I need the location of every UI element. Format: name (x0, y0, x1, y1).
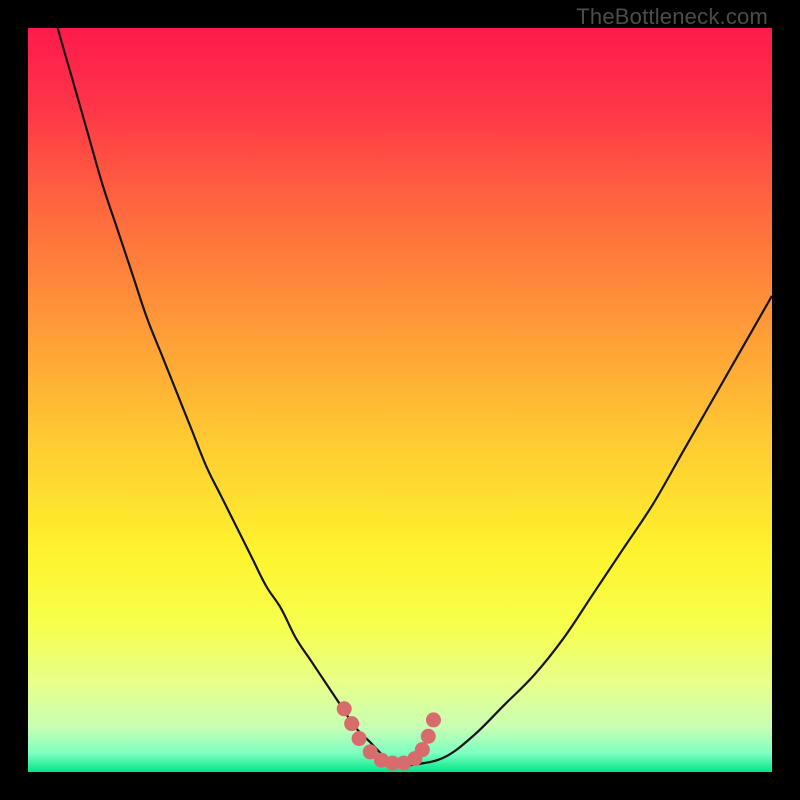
marker-dot (421, 729, 436, 744)
chart-frame (28, 28, 772, 772)
marker-dot (426, 712, 441, 727)
bottleneck-chart (28, 28, 772, 772)
marker-dot (415, 742, 430, 757)
marker-dot (337, 701, 352, 716)
gradient-background (28, 28, 772, 772)
watermark-text: TheBottleneck.com (576, 4, 768, 30)
marker-dot (352, 731, 367, 746)
marker-dot (344, 716, 359, 731)
